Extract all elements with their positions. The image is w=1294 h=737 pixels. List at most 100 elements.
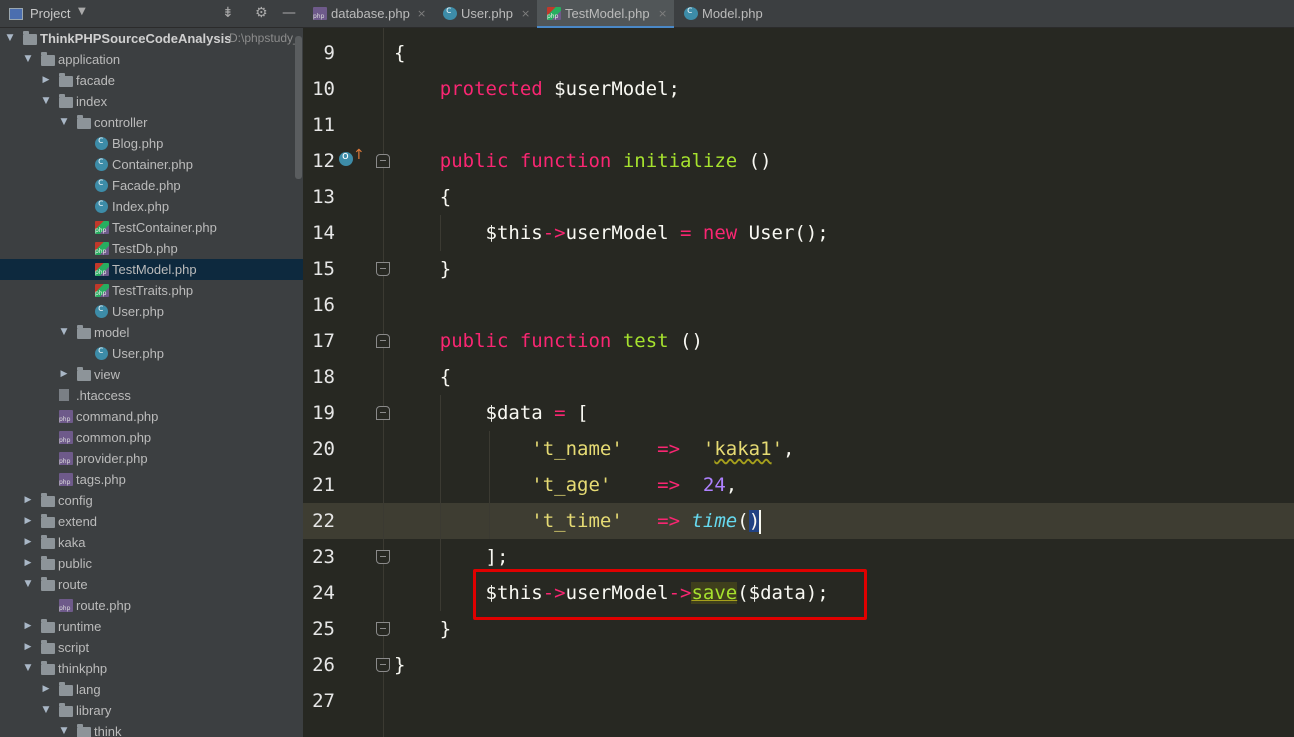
code-text: } (394, 258, 452, 280)
code-line[interactable]: 15 } (303, 251, 1294, 287)
chevron-down-icon[interactable]: ▼ (22, 658, 34, 679)
tree-item[interactable]: User.php (0, 301, 303, 322)
tree-item[interactable]: Container.php (0, 154, 303, 175)
tree-item[interactable]: Facade.php (0, 175, 303, 196)
chevron-right-icon[interactable]: ▶ (22, 532, 34, 553)
code-line[interactable]: 11 (303, 107, 1294, 143)
tree-item[interactable]: ▼ ThinkPHPSourceCodeAnalysis D:\phpstudy_ (0, 28, 303, 49)
fold-end-icon[interactable] (376, 658, 390, 672)
tree-item[interactable]: Blog.php (0, 133, 303, 154)
code-line[interactable]: 21 't_age' => 24, (303, 467, 1294, 503)
close-icon[interactable]: × (417, 0, 426, 28)
collapse-all-icon[interactable]: ⇟ (222, 5, 234, 21)
tree-item[interactable]: route.php (0, 595, 303, 616)
chevron-right-icon[interactable]: ▶ (22, 511, 34, 532)
code-line[interactable]: 20 't_name' => 'kaka1', (303, 431, 1294, 467)
chevron-right-icon[interactable]: ▶ (22, 616, 34, 637)
tree-item[interactable]: ▶ runtime (0, 616, 303, 637)
tree-item[interactable]: ▼ library (0, 700, 303, 721)
tree-item[interactable]: ▶ script (0, 637, 303, 658)
tree-item[interactable]: ▼ route (0, 574, 303, 595)
chevron-right-icon[interactable]: ▶ (22, 637, 34, 658)
code-line[interactable]: 10 protected $userModel; (303, 71, 1294, 107)
tree-item[interactable]: ▶ facade (0, 70, 303, 91)
tree-item[interactable]: tags.php (0, 469, 303, 490)
fold-collapse-icon[interactable] (376, 334, 390, 348)
tree-item[interactable]: ▼ controller (0, 112, 303, 133)
chevron-down-icon[interactable]: ▼ (40, 700, 52, 721)
code-text: 't_name' => 'kaka1', (531, 438, 795, 460)
chevron-down-icon[interactable]: ▼ (78, 6, 86, 17)
fold-collapse-icon[interactable] (376, 154, 390, 168)
tree-item[interactable]: TestContainer.php (0, 217, 303, 238)
tree-item-label: library (76, 703, 112, 718)
override-marker-icon[interactable] (339, 149, 353, 166)
project-panel-title[interactable]: Project (30, 6, 70, 21)
sidebar-scrollbar[interactable] (295, 36, 302, 179)
tree-item-label: script (58, 640, 90, 655)
chevron-right-icon[interactable]: ▶ (40, 70, 52, 91)
fold-end-icon[interactable] (376, 262, 390, 276)
tree-item[interactable]: ▶ view (0, 364, 303, 385)
code-line[interactable]: 19 $data = [ (303, 395, 1294, 431)
tree-item[interactable]: command.php (0, 406, 303, 427)
override-arrow-icon[interactable]: ↑ (353, 147, 365, 163)
class-icon (95, 156, 108, 171)
chevron-right-icon[interactable]: ▶ (58, 364, 70, 385)
chevron-down-icon[interactable]: ▼ (40, 91, 52, 112)
tree-item[interactable]: TestModel.php (0, 259, 303, 280)
tree-item[interactable]: ▶ kaka (0, 532, 303, 553)
code-line[interactable]: 14 $this->userModel = new User(); (303, 215, 1294, 251)
close-icon[interactable]: × (658, 0, 667, 28)
code-line[interactable]: 9{ (303, 35, 1294, 71)
chevron-down-icon[interactable]: ▼ (22, 574, 34, 595)
tree-item[interactable]: ▼ application (0, 49, 303, 70)
tree-item[interactable]: ▼ think (0, 721, 303, 737)
code-line[interactable]: 12 public function initialize () (303, 143, 1294, 179)
tree-item[interactable]: ▶ extend (0, 511, 303, 532)
code-line[interactable]: 26} (303, 647, 1294, 683)
class-icon (95, 198, 108, 213)
code-line[interactable]: 16 (303, 287, 1294, 323)
hide-panel-icon[interactable]: — (282, 5, 296, 21)
tab-testmodel[interactable]: TestModel.php × (537, 0, 674, 28)
code-line[interactable]: 22 't_time' => time() (303, 503, 1294, 539)
gear-icon[interactable]: ⚙ (255, 5, 268, 21)
tree-item[interactable]: Index.php (0, 196, 303, 217)
tree-item[interactable]: common.php (0, 427, 303, 448)
folder-icon (77, 367, 91, 381)
chevron-right-icon[interactable]: ▶ (22, 553, 34, 574)
tree-item[interactable]: provider.php (0, 448, 303, 469)
chevron-down-icon[interactable]: ▼ (58, 721, 70, 737)
chevron-down-icon[interactable]: ▼ (58, 112, 70, 133)
tab-database[interactable]: database.php × (303, 0, 433, 28)
fold-end-icon[interactable] (376, 550, 390, 564)
code-line[interactable]: 17 public function test () (303, 323, 1294, 359)
tree-item[interactable]: TestTraits.php (0, 280, 303, 301)
tree-item[interactable]: ▼ thinkphp (0, 658, 303, 679)
chevron-right-icon[interactable]: ▶ (22, 490, 34, 511)
tree-item[interactable]: ▶ lang (0, 679, 303, 700)
code-line[interactable]: 18 { (303, 359, 1294, 395)
tree-item[interactable]: TestDb.php (0, 238, 303, 259)
line-number: 27 (312, 690, 335, 712)
fold-collapse-icon[interactable] (376, 406, 390, 420)
tree-item[interactable]: ▶ public (0, 553, 303, 574)
tab-user[interactable]: User.php × (433, 0, 537, 28)
code-line[interactable]: 13 { (303, 179, 1294, 215)
tree-item[interactable]: ▼ model (0, 322, 303, 343)
chevron-down-icon[interactable]: ▼ (4, 28, 16, 49)
close-icon[interactable]: × (521, 0, 530, 28)
tree-item[interactable]: ▼ index (0, 91, 303, 112)
tree-item[interactable]: ▶ config (0, 490, 303, 511)
tab-model[interactable]: Model.php (674, 0, 787, 28)
tree-item[interactable]: User.php (0, 343, 303, 364)
chevron-down-icon[interactable]: ▼ (22, 49, 34, 70)
fold-end-icon[interactable] (376, 622, 390, 636)
code-line[interactable]: 27 (303, 683, 1294, 719)
chevron-down-icon[interactable]: ▼ (58, 322, 70, 343)
tree-item[interactable]: .htaccess (0, 385, 303, 406)
code-editor[interactable]: 9{10 protected $userModel; 11 12 public fu… (303, 28, 1294, 737)
tree-item-label: public (58, 556, 92, 571)
chevron-right-icon[interactable]: ▶ (40, 679, 52, 700)
